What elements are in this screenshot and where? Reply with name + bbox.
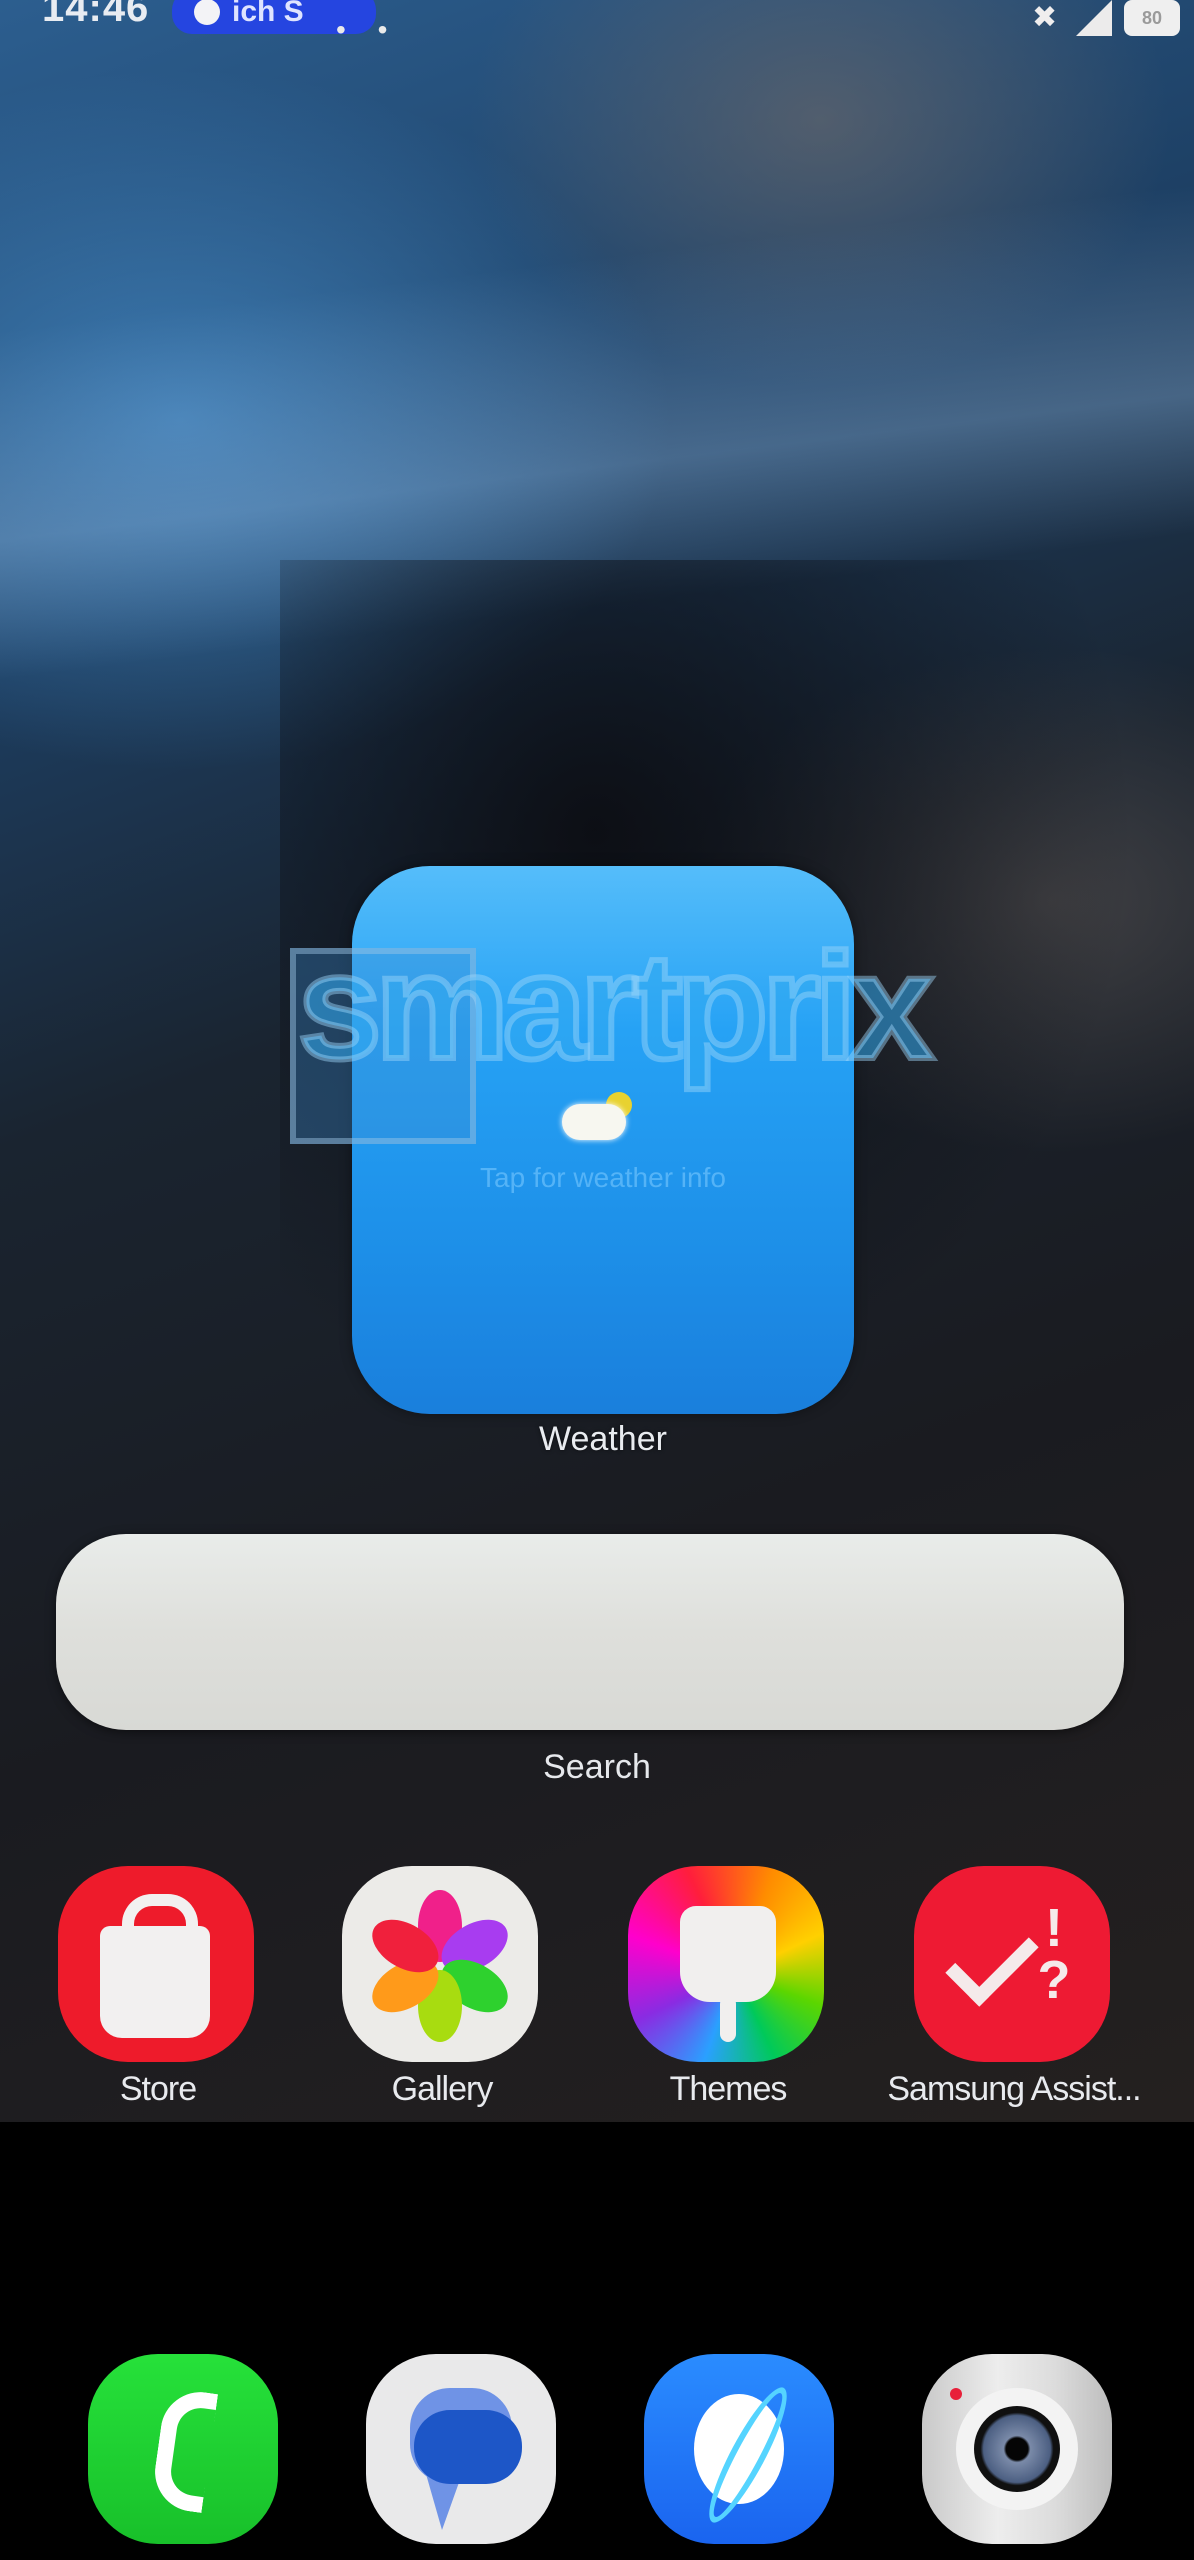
app-label: Themes [669,2070,788,2108]
app-gallery[interactable]: Gallery [342,1866,542,2122]
battery-level: 80 [1141,7,1163,28]
weather-widget-label: Weather [539,1420,667,1458]
notification-dots: • • [336,14,400,45]
phone-icon [149,2386,219,2514]
battery-icon: 80 [1124,0,1180,36]
dock [0,2340,1194,2544]
cloud-icon [562,1104,626,1140]
partly-cloudy-icon [562,1092,642,1146]
call-chip-text: ich S [232,0,304,28]
app-themes[interactable]: Themes [628,1866,828,2122]
brush-stem [720,1996,736,2042]
check-question-icon: !? [914,1866,1110,2062]
wallpaper-light-ray [0,0,1194,994]
signal-icon [1076,0,1112,36]
app-label: Samsung Assist... [887,2070,1141,2108]
mute-icon: ✖ [1032,1,1058,34]
dock-camera[interactable] [922,2354,1112,2544]
search-widget[interactable] [56,1534,1124,1730]
app-store[interactable]: Store [58,1866,258,2122]
paint-brush-icon [628,1866,824,2062]
dock-internet[interactable] [644,2354,834,2544]
status-clock: 14:46 [42,0,150,30]
exclamation-question-mark: !? [1037,1898,1071,2010]
shopping-bag-icon [58,1866,254,2062]
app-label: Store [119,2070,197,2108]
dock-messages[interactable] [366,2354,556,2544]
weather-hint-text: Tap for weather info [480,1162,726,1193]
home-screen-wallpaper: 14:46 ich S • • ✖ 80 Tap for weather inf… [0,0,1194,2122]
search-widget-label: Search [543,1748,651,1786]
flower-petals-icon [342,1866,538,2062]
bag-body [100,1926,210,2038]
camera-flash-dot [950,2388,962,2400]
app-label: Gallery [391,2070,494,2108]
system-icons: ✖ 80 [1032,0,1180,36]
home-app-row: Store Gallery Themes !? Samsung Assist..… [0,1866,1194,2122]
bubble-front [414,2410,522,2484]
status-bar: 14:46 ich S • • ✖ 80 [0,0,1194,45]
call-indicator-icon [194,0,220,25]
camera-lens [974,2406,1060,2492]
brush-head [680,1906,776,2002]
checkmark [945,1913,1039,2007]
app-samsung-assistant[interactable]: !? Samsung Assist... [887,1866,1142,2122]
weather-widget[interactable]: Tap for weather info [352,866,854,1414]
dock-phone[interactable] [88,2354,278,2544]
